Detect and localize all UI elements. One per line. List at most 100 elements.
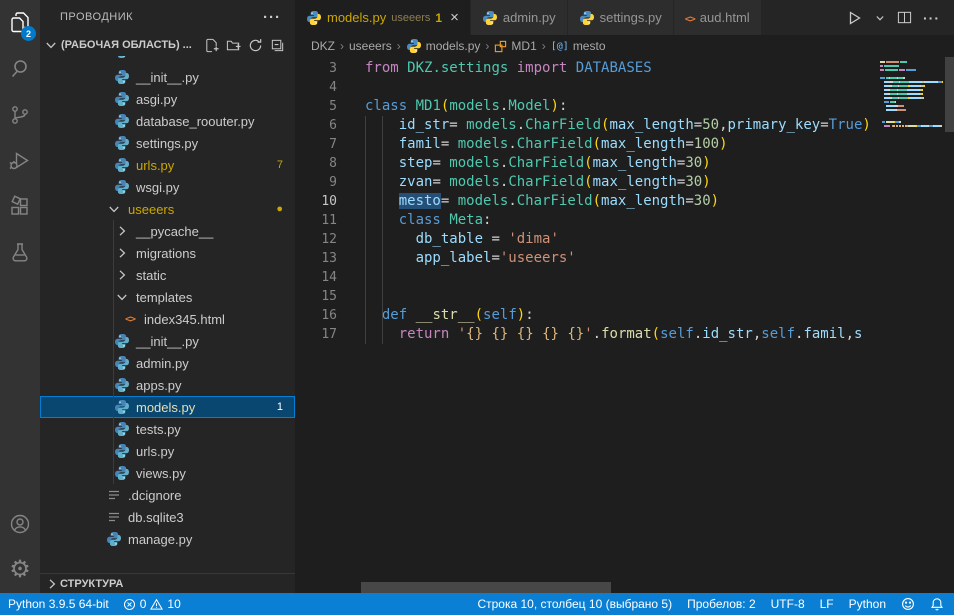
status-indentation[interactable]: Пробелов: 2 bbox=[687, 597, 756, 611]
code-line[interactable]: mesto= models.CharField(max_length=30) bbox=[365, 192, 878, 211]
line-number[interactable]: 12 bbox=[295, 230, 341, 249]
line-number[interactable]: 9 bbox=[295, 173, 341, 192]
line-number[interactable]: 7 bbox=[295, 135, 341, 154]
tab-admin.py[interactable]: admin.py bbox=[471, 0, 568, 35]
status-python-interpreter[interactable]: Python 3.9.5 64-bit bbox=[8, 597, 109, 611]
code-token: self bbox=[660, 326, 694, 342]
tab-models.py[interactable]: models.pyuseeers1× bbox=[295, 0, 471, 35]
tree-item[interactable]: urls.py bbox=[40, 440, 295, 462]
tree-item[interactable]: apps.py bbox=[40, 374, 295, 396]
collapse-folders-button[interactable] bbox=[270, 38, 285, 53]
tree-item[interactable]: <>index345.html bbox=[40, 308, 295, 330]
breadcrumb-item[interactable]: models.py bbox=[406, 38, 481, 54]
more-actions-button[interactable]: ··· bbox=[923, 10, 940, 26]
tab-settings.py[interactable]: settings.py bbox=[568, 0, 674, 35]
code-area[interactable]: from DKZ.settings import DATABASES class … bbox=[365, 59, 878, 344]
code-line[interactable]: return '{} {} {} {} {}'.format(self.id_s… bbox=[365, 325, 878, 344]
outline-section-header[interactable]: СТРУКТУРА bbox=[40, 573, 295, 593]
line-number[interactable]: 17 bbox=[295, 325, 341, 344]
tree-item[interactable]: wsgi.py bbox=[40, 176, 295, 198]
tree-item[interactable]: asgi.py bbox=[40, 88, 295, 110]
tree-item[interactable]: useeers● bbox=[40, 198, 295, 220]
horizontal-scrollbar-thumb[interactable] bbox=[361, 582, 611, 593]
status-encoding[interactable]: UTF-8 bbox=[771, 597, 805, 611]
status-eol[interactable]: LF bbox=[820, 597, 834, 611]
vertical-scrollbar-thumb[interactable] bbox=[945, 57, 954, 132]
code-line[interactable]: class Meta: bbox=[365, 211, 878, 230]
code-token: primary_key bbox=[728, 117, 821, 133]
gutter[interactable]: 34567891011121314151617 bbox=[295, 59, 341, 344]
code-line[interactable]: app_label='useeers' bbox=[365, 249, 878, 268]
code-line[interactable] bbox=[365, 78, 878, 97]
code-line[interactable]: class MD1(models.Model): bbox=[365, 97, 878, 116]
tree-item[interactable]: admin.py bbox=[40, 352, 295, 374]
tree-item[interactable]: models.py1 bbox=[40, 396, 295, 418]
python-tree-icon bbox=[114, 91, 130, 107]
new-file-button[interactable] bbox=[204, 38, 219, 53]
activity-testing[interactable] bbox=[0, 230, 40, 276]
activity-manage[interactable]: ⚙ bbox=[0, 547, 40, 593]
tree-item[interactable]: static bbox=[40, 264, 295, 286]
line-number[interactable]: 5 bbox=[295, 97, 341, 116]
tree-item[interactable]: database_roouter.py bbox=[40, 110, 295, 132]
workspace-section-header[interactable]: (РАБОЧАЯ ОБЛАСТЬ) ... bbox=[40, 34, 295, 56]
status-cursor-position[interactable]: Строка 10, столбец 10 (выбрано 5) bbox=[477, 597, 672, 611]
new-folder-button[interactable] bbox=[226, 38, 241, 53]
code-line[interactable]: from DKZ.settings import DATABASES bbox=[365, 59, 878, 78]
code-line[interactable]: famil= models.CharField(max_length=100) bbox=[365, 135, 878, 154]
split-editor-button[interactable] bbox=[897, 10, 912, 25]
tree-item[interactable]: settings.py bbox=[40, 132, 295, 154]
tree-item[interactable]: manage.py bbox=[40, 528, 295, 550]
code-line[interactable] bbox=[365, 287, 878, 306]
tree-item[interactable]: views.py bbox=[40, 462, 295, 484]
activity-run-and-debug[interactable] bbox=[0, 138, 40, 184]
breadcrumb-item[interactable]: [@]mesto bbox=[551, 39, 606, 53]
refresh-explorer-button[interactable] bbox=[248, 38, 263, 53]
tree-item[interactable]: db.sqlite3 bbox=[40, 506, 295, 528]
tree-item[interactable]: __init__.py bbox=[40, 330, 295, 352]
activity-source-control[interactable] bbox=[0, 92, 40, 138]
activity-explorer[interactable]: 2 bbox=[0, 0, 40, 46]
line-number[interactable]: 15 bbox=[295, 287, 341, 306]
code-line[interactable]: step= models.CharField(max_length=30) bbox=[365, 154, 878, 173]
tree-item[interactable]: templates bbox=[40, 286, 295, 308]
code-line[interactable] bbox=[365, 268, 878, 287]
code-line[interactable]: id_str= models.CharField(max_length=50,p… bbox=[365, 116, 878, 135]
line-number[interactable]: 13 bbox=[295, 249, 341, 268]
code-line[interactable]: def __str__(self): bbox=[365, 306, 878, 325]
status-tweet-feedback[interactable] bbox=[901, 597, 915, 611]
activity-search[interactable] bbox=[0, 46, 40, 92]
activity-extensions[interactable] bbox=[0, 184, 40, 230]
breadcrumb-item[interactable]: DKZ bbox=[311, 39, 335, 53]
line-number[interactable]: 11 bbox=[295, 211, 341, 230]
tab-close-button[interactable]: × bbox=[450, 10, 459, 25]
tree-item[interactable]: urls.py7 bbox=[40, 154, 295, 176]
code-line[interactable]: db_table = 'dima' bbox=[365, 230, 878, 249]
minimap[interactable] bbox=[880, 61, 944, 129]
line-number[interactable]: 3 bbox=[295, 59, 341, 78]
tree-item[interactable]: __init__.py bbox=[40, 66, 295, 88]
breadcrumb-item[interactable]: MD1 bbox=[494, 39, 536, 53]
line-number[interactable]: 10 bbox=[295, 192, 341, 211]
tree-item[interactable]: indexelement bbox=[40, 56, 295, 66]
tab-aud.html[interactable]: <>aud.html bbox=[674, 0, 762, 35]
status-notifications[interactable] bbox=[930, 597, 944, 611]
status-problems[interactable]: 010 bbox=[123, 597, 181, 611]
line-number[interactable]: 14 bbox=[295, 268, 341, 287]
tree-item[interactable]: tests.py bbox=[40, 418, 295, 440]
run-dropdown-button[interactable] bbox=[874, 12, 886, 24]
editor[interactable]: 34567891011121314151617 from DKZ.setting… bbox=[295, 57, 954, 593]
activity-accounts[interactable] bbox=[0, 501, 40, 547]
run-python-file-button[interactable] bbox=[845, 9, 863, 27]
line-number[interactable]: 16 bbox=[295, 306, 341, 325]
tree-item[interactable]: __pycache__ bbox=[40, 220, 295, 242]
views-and-more-actions-button[interactable]: ··· bbox=[263, 9, 281, 26]
status-language-mode[interactable]: Python bbox=[849, 597, 886, 611]
line-number[interactable]: 4 bbox=[295, 78, 341, 97]
line-number[interactable]: 8 bbox=[295, 154, 341, 173]
tree-item[interactable]: migrations bbox=[40, 242, 295, 264]
tree-item[interactable]: .dcignore bbox=[40, 484, 295, 506]
breadcrumb-item[interactable]: useeers bbox=[349, 39, 392, 53]
code-line[interactable]: zvan= models.CharField(max_length=30) bbox=[365, 173, 878, 192]
line-number[interactable]: 6 bbox=[295, 116, 341, 135]
